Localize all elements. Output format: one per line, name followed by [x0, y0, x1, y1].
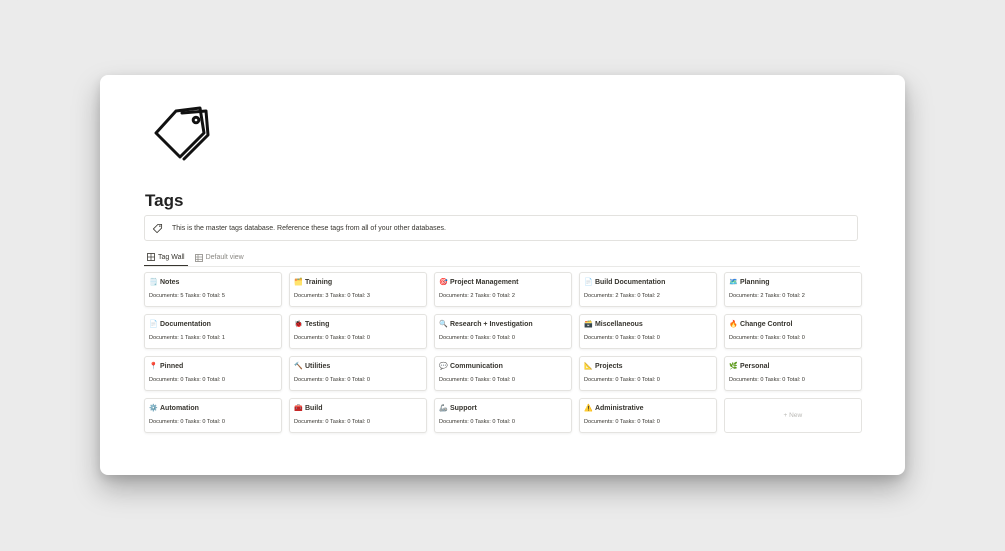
tab-label: Default view — [205, 254, 244, 261]
card-title: Documentation — [160, 320, 211, 328]
page-icon: 📄 — [149, 321, 158, 328]
card-stats: Documents: 0 Tasks: 0 Total: 0 — [583, 335, 660, 341]
direct-hit-icon: 🎯 — [438, 279, 448, 286]
tag-card-projects[interactable]: 📐 Projects Documents: 0 Tasks: 0 Total: 0 — [578, 356, 717, 391]
tag-card-planning[interactable]: 🗺️ Planning Documents: 2 Tasks: 0 Total: 2 — [723, 272, 862, 307]
card-stats: Documents: 0 Tasks: 0 Total: 0 — [149, 419, 225, 425]
tab-label: Tag Wall — [158, 253, 185, 261]
tag-card-communication[interactable]: 💬 Communication Documents: 0 Tasks: 0 Tota… — [433, 356, 572, 391]
card-stats: Documents: 3 Tasks: 0 Total: 3 — [293, 293, 370, 299]
card-title: Notes — [160, 278, 180, 286]
card-stats: Documents: 0 Tasks: 0 Total: 0 — [149, 377, 225, 383]
tag-card-miscellaneous[interactable]: 🗃️ Miscellaneous Documents: 0 Tasks: 0 Tot… — [578, 314, 717, 349]
page-title: Tags — [145, 191, 184, 210]
world-map-icon: 🗺️ — [728, 279, 738, 286]
card-title: Research + Investigation — [449, 320, 533, 328]
tag-card-project-management[interactable]: 🎯 Project Management Documents: 2 Tasks: 0… — [433, 272, 572, 307]
card-title: Project Management — [449, 278, 519, 286]
tag-card-testing[interactable]: 🐞 Testing Documents: 0 Tasks: 0 Total: 0 — [288, 314, 427, 349]
callout-block[interactable]: This is the master tags database. Refere… — [144, 215, 858, 241]
card-title: Build — [304, 404, 323, 412]
notion-page-window: Tags This is the master tags database. R… — [100, 75, 905, 475]
fire-icon: 🔥 — [728, 321, 738, 328]
card-stats: Documents: 2 Tasks: 0 Total: 2 — [583, 293, 660, 299]
tag-card-personal[interactable]: 🌿 Personal Documents: 0 Tasks: 0 Total: 0 — [723, 356, 862, 391]
card-stats: Documents: 0 Tasks: 0 Total: 0 — [293, 419, 370, 425]
card-title: Personal — [739, 362, 770, 370]
tag-card-change-control[interactable]: 🔥 Change Control Documents: 0 Tasks: 0 Tot… — [723, 314, 862, 349]
view-tabs: Tag Wall Default view — [144, 249, 860, 267]
card-stats: Documents: 2 Tasks: 0 Total: 2 — [728, 293, 805, 299]
tag-card-support[interactable]: 🦾 Support Documents: 0 Tasks: 0 Total: 0 — [433, 398, 572, 433]
tag-card-notes[interactable]: 🗒️ Notes Documents: 5 Tasks: 0 Total: 5 — [144, 272, 282, 307]
tag-card-research-investigation[interactable]: 🔍 Research + Investigation Documents: 0 Ta… — [433, 314, 572, 349]
tag-card-build[interactable]: 🧰 Build Documents: 0 Tasks: 0 Total: 0 — [288, 398, 427, 433]
card-stats: Documents: 0 Tasks: 0 Total: 0 — [438, 335, 515, 341]
tag-card-utilities[interactable]: 🔨 Utilities Documents: 0 Tasks: 0 Total: 0 — [288, 356, 427, 391]
card-title: Planning — [739, 278, 770, 286]
card-stats: Documents: 0 Tasks: 0 Total: 0 — [293, 377, 370, 383]
card-stats: Documents: 0 Tasks: 0 Total: 0 — [583, 419, 660, 425]
notepad-icon: 🗒️ — [149, 279, 158, 286]
card-title: Change Control — [739, 320, 793, 328]
toolbox-icon: 🧰 — [293, 405, 303, 412]
card-title: Miscellaneous — [594, 320, 643, 328]
card-title: Projects — [594, 362, 623, 370]
card-stats: Documents: 5 Tasks: 0 Total: 5 — [149, 293, 225, 299]
card-title: Build Documentation — [594, 278, 666, 286]
card-title: Testing — [304, 320, 330, 328]
herb-icon: 🌿 — [728, 363, 738, 370]
card-title: Utilities — [304, 362, 331, 370]
price-tag-outline-icon[interactable] — [146, 105, 216, 169]
page-icon: 📄 — [583, 279, 593, 286]
tag-card-training[interactable]: 🗂️ Training Documents: 3 Tasks: 0 Total: 3 — [288, 272, 427, 307]
warning-icon: ⚠️ — [583, 405, 593, 412]
tag-card-pinned[interactable]: 📍 Pinned Documents: 0 Tasks: 0 Total: 0 — [144, 356, 282, 391]
card-stats: Documents: 2 Tasks: 0 Total: 2 — [438, 293, 515, 299]
card-index-dividers-icon: 🗂️ — [293, 279, 303, 286]
card-title: Communication — [449, 362, 503, 370]
card-stats: Documents: 0 Tasks: 0 Total: 0 — [728, 377, 805, 383]
card-stats: Documents: 0 Tasks: 0 Total: 0 — [583, 377, 660, 383]
mechanical-arm-icon: 🦾 — [438, 405, 448, 412]
triangular-ruler-icon: 📐 — [583, 363, 593, 370]
card-title: Administrative — [594, 404, 644, 412]
tag-gallery: 🗒️ Notes Documents: 5 Tasks: 0 Total: 5 🗂️… — [144, 272, 862, 433]
card-title: Training — [304, 278, 333, 286]
gallery-icon — [147, 253, 155, 261]
hammer-icon: 🔨 — [293, 363, 303, 370]
card-stats: Documents: 1 Tasks: 0 Total: 1 — [149, 335, 225, 341]
card-title: Support — [449, 404, 477, 412]
tab-tag-wall[interactable]: Tag Wall — [144, 249, 188, 266]
tag-card-documentation[interactable]: 📄 Documentation Documents: 1 Tasks: 0 Tota… — [144, 314, 282, 349]
card-title: Pinned — [160, 362, 184, 370]
table-icon — [194, 253, 203, 262]
bug-icon: 🐞 — [293, 321, 303, 328]
card-file-box-icon: 🗃️ — [583, 321, 593, 328]
speech-bubble-icon: 💬 — [438, 363, 448, 370]
new-tag-button[interactable]: + New — [723, 398, 862, 433]
card-stats: Documents: 0 Tasks: 0 Total: 0 — [728, 335, 805, 341]
gear-icon: ⚙️ — [149, 405, 158, 412]
card-title: Automation — [160, 404, 199, 412]
pushpin-icon: 📍 — [149, 363, 158, 370]
magnifying-glass-icon: 🔍 — [438, 321, 448, 328]
tab-default-view[interactable]: Default view — [192, 249, 247, 266]
card-stats: Documents: 0 Tasks: 0 Total: 0 — [438, 419, 515, 425]
tag-card-administrative[interactable]: ⚠️ Administrative Documents: 0 Tasks: 0 To… — [578, 398, 717, 433]
tag-card-build-documentation[interactable]: 📄 Build Documentation Documents: 2 Tasks: … — [578, 272, 717, 307]
card-stats: Documents: 0 Tasks: 0 Total: 0 — [293, 335, 370, 341]
callout-text: This is the master tags database. Refere… — [172, 224, 446, 232]
card-stats: Documents: 0 Tasks: 0 Total: 0 — [438, 377, 515, 383]
tag-card-automation[interactable]: ⚙️ Automation Documents: 0 Tasks: 0 Total:… — [144, 398, 282, 433]
tag-icon — [152, 221, 166, 235]
